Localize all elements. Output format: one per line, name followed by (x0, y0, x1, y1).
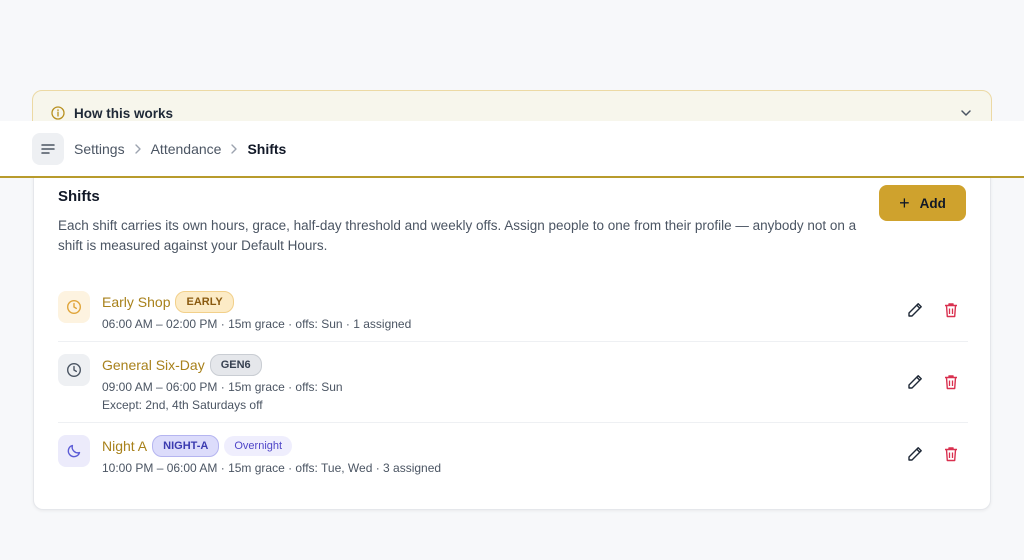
clock-icon (58, 354, 90, 386)
shift-code-badge: EARLY (175, 291, 234, 313)
shift-code-badge: NIGHT-A (152, 435, 220, 457)
shift-meta: 10:00 PM – 06:00 AM · 15m grace · offs: … (102, 461, 442, 475)
delete-trash-icon[interactable] (942, 301, 960, 319)
delete-trash-icon[interactable] (942, 445, 960, 463)
delete-trash-icon[interactable] (942, 373, 960, 391)
clock-icon (58, 291, 90, 323)
shift-exception: Except: 2nd, 4th Saturdays off (102, 398, 263, 412)
plus-icon: + (899, 193, 910, 213)
row-divider (58, 422, 968, 423)
row-divider (58, 341, 968, 342)
shift-code-badge: GEN6 (209, 354, 262, 376)
edit-pencil-icon[interactable] (906, 301, 924, 319)
banner-title: How this works (74, 105, 174, 121)
breadcrumb-attendance[interactable]: Attendance (151, 141, 222, 157)
breadcrumb: Settings Attendance Shifts (74, 141, 286, 157)
breadcrumb-shifts: Shifts (247, 140, 287, 157)
shift-name[interactable]: General Six-Day (102, 357, 205, 373)
edit-pencil-icon[interactable] (906, 373, 924, 391)
breadcrumb-settings[interactable]: Settings (74, 141, 125, 157)
card-title: Shifts (58, 188, 100, 205)
add-button-label: Add (919, 195, 946, 211)
card-description: Each shift carries its own hours, grace,… (58, 218, 857, 253)
overnight-tag: Overnight (224, 436, 293, 456)
chevron-right-icon (227, 142, 241, 156)
add-shift-button[interactable]: + Add (879, 185, 966, 221)
shift-row-gen6: General Six-Day GEN6 09:00 AM – 06:00 PM… (58, 354, 968, 413)
chevron-down-icon[interactable] (959, 106, 973, 120)
menu-icon (41, 143, 55, 154)
moon-icon (58, 435, 90, 467)
shift-meta: 09:00 AM – 06:00 PM · 15m grace · offs: … (102, 380, 343, 394)
info-icon (51, 106, 65, 120)
shift-meta: 06:00 AM – 02:00 PM · 15m grace · offs: … (102, 317, 412, 331)
shift-name[interactable]: Night A (102, 438, 147, 454)
shift-name[interactable]: Early Shop (102, 294, 170, 310)
chevron-right-icon (131, 142, 145, 156)
page: How this works Settings Attendance Shift… (0, 0, 1024, 560)
menu-button[interactable] (32, 132, 64, 165)
header-bar: Settings Attendance Shifts (0, 121, 1024, 178)
shift-row-early: Early Shop EARLY 06:00 AM – 02:00 PM · 1… (58, 291, 968, 332)
shifts-card: Shifts Each shift carries its own hours,… (33, 176, 991, 510)
shift-row-night-a: Night A NIGHT-A Overnight 10:00 PM – 06:… (58, 435, 968, 476)
edit-pencil-icon[interactable] (906, 445, 924, 463)
